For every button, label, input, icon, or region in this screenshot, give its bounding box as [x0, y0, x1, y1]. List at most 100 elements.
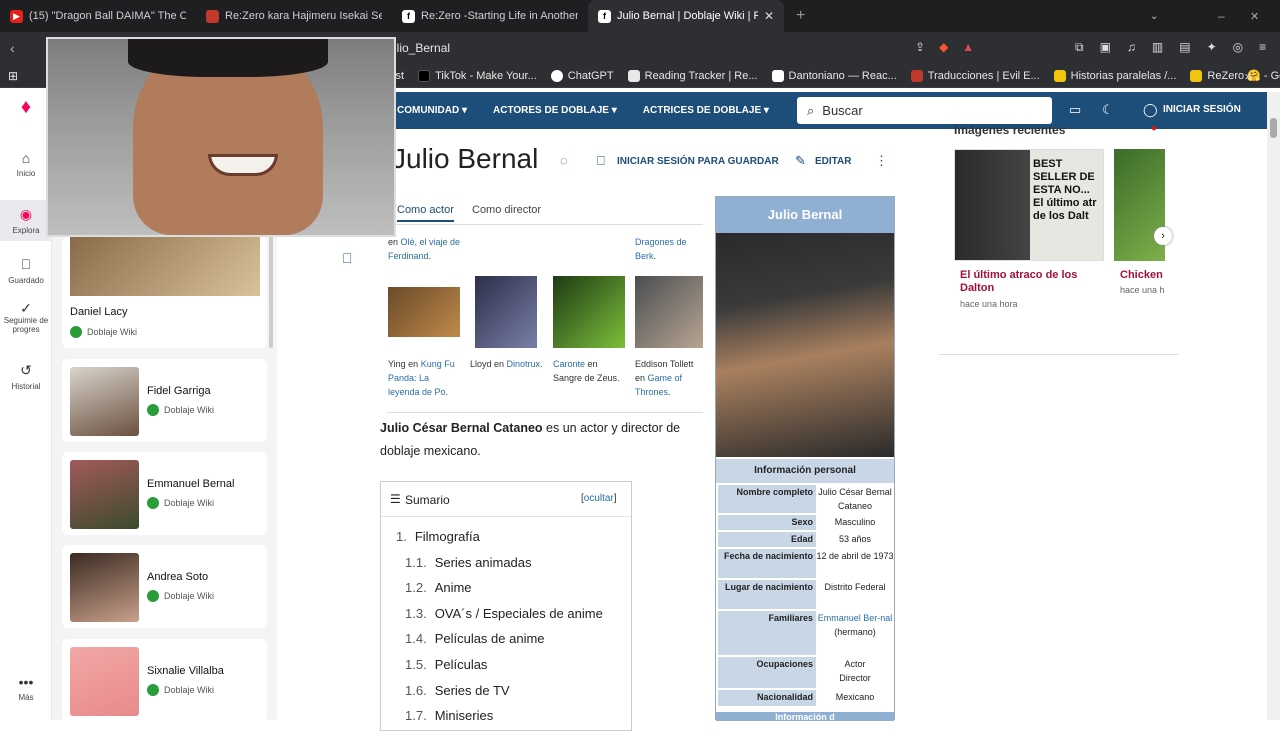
gallery-image[interactable] [475, 276, 537, 348]
tab-como-director[interactable]: Como director [472, 204, 541, 216]
person-card[interactable]: Daniel Lacy Doblaje Wiki [62, 236, 267, 348]
carousel-next-icon[interactable]: › [1154, 227, 1172, 245]
infobox-key: Nombre completo [718, 485, 816, 513]
check-circle-icon: ✓ [20, 300, 32, 316]
caption-link[interactable]: Dragones de Berk [635, 237, 687, 261]
menu-icon[interactable]: ≡ [1259, 40, 1266, 55]
toc-item[interactable]: 1.5. Películas [405, 657, 487, 672]
close-icon[interactable]: ● [1151, 123, 1157, 134]
toc-item[interactable]: 1. Filmografía [396, 529, 480, 544]
gallery-image[interactable] [388, 287, 460, 337]
dark-mode-icon[interactable]: ☾ [1102, 102, 1114, 118]
nav-actores[interactable]: ACTORES DE DOBLAJE ▾ [493, 105, 617, 116]
wallet-icon[interactable]: ▤ [1179, 40, 1190, 55]
person-card[interactable]: Fidel Garriga Doblaje Wiki [62, 359, 267, 442]
more-options-icon[interactable]: ⋮ [875, 153, 888, 169]
screenshot-icon[interactable]: ▣ [1100, 40, 1111, 55]
bookmark[interactable]: TikTok - Make Your... [418, 69, 537, 82]
infobox-row: Sexo Masculino [718, 515, 894, 530]
nav-actrices[interactable]: ACTRICES DE DOBLAJE ▾ [643, 105, 769, 116]
rewards-icon[interactable]: ▲ [962, 40, 974, 54]
person-card[interactable]: Andrea Soto Doblaje Wiki [62, 545, 267, 628]
media-icon[interactable]: ♫ [1127, 40, 1136, 55]
person-card[interactable]: Emmanuel Bernal Doblaje Wiki [62, 452, 267, 535]
sidebar-icon[interactable]: ▥ [1152, 40, 1163, 55]
wiki-logo-icon [147, 684, 159, 696]
infobox-value-text[interactable]: Emmanuel Ber-nal [818, 613, 893, 623]
recent-image-title[interactable]: El último atraco de los Dalton [960, 269, 1090, 295]
rail-seguimiento[interactable]: ✓ Seguimie de progres [0, 300, 52, 334]
new-tab-icon[interactable]: + [796, 7, 805, 25]
toc-item[interactable]: 1.3. OVA´s / Especiales de anime [405, 606, 603, 621]
more-bookmarks-icon[interactable]: » [1245, 69, 1252, 83]
tab-list-chevron-icon[interactable]: ⌄ [1150, 11, 1158, 22]
tabber: Como actor Como director [387, 203, 703, 225]
extensions-icon[interactable]: ⧉ [1075, 40, 1084, 55]
browser-tab-active[interactable]: f Julio Bernal | Doblaje Wiki | Fand ✕ [588, 0, 784, 32]
fandom-flame-icon: ♦ [20, 96, 32, 118]
toc-label: OVA´s / Especiales de anime [434, 605, 603, 621]
tab-como-actor[interactable]: Como actor [397, 204, 454, 222]
recent-image-title[interactable]: Chicken [1120, 269, 1163, 281]
person-name: Daniel Lacy [70, 306, 128, 318]
bookmark-icon: ⎕ [21, 256, 31, 272]
page-scrollbar[interactable] [1267, 92, 1280, 720]
close-tab-icon[interactable]: ✕ [764, 9, 774, 23]
recent-image[interactable]: BEST SELLER DE ESTA NO... El último atr … [954, 149, 1104, 261]
intro-bold: Julio César Bernal Cataneo [380, 421, 543, 435]
toc-label: Filmografía [414, 529, 480, 544]
toc-hide-link[interactable]: ocultar [584, 493, 614, 504]
toc-item[interactable]: 1.2. Anime [405, 580, 472, 595]
browser-tab[interactable]: Re:Zero kara Hajimeru Isekai Seikatsu [196, 0, 392, 32]
rail-mas[interactable]: ••• Más [0, 674, 52, 702]
bookmark[interactable]: Reading Tracker | Re... [627, 69, 758, 82]
bookmark[interactable]: Traducciones | Evil E... [910, 69, 1040, 82]
url-text: ulio_Bernal [390, 41, 451, 55]
toc-label: Miniseries [434, 708, 494, 724]
bookmark[interactable]: ReZero 🤗 - Go... [1190, 69, 1280, 82]
floating-bookmark-icon[interactable]: ⎕ [343, 250, 351, 267]
toc-item[interactable]: 1.6. Series de TV [405, 683, 510, 698]
bookmark[interactable]: ChatGPT [550, 69, 614, 82]
infobox-value: 12 de abril de 1973 [816, 549, 894, 578]
bookmark[interactable]: Dantoniano — Reac... [771, 69, 897, 82]
browser-tab[interactable]: ▶ (15) "Dragon Ball DAIMA" The Openi [0, 0, 196, 32]
nav-comunidad[interactable]: COMUNIDAD ▾ [397, 105, 467, 116]
back-icon[interactable]: ‹ [10, 40, 15, 56]
vpn-icon[interactable]: ◎ [1233, 40, 1243, 55]
close-window-icon[interactable]: ✕ [1250, 10, 1259, 23]
rail-historial[interactable]: ↺ Historial [0, 362, 52, 391]
bookmark[interactable]: Historias paralelas /... [1053, 69, 1176, 82]
share-icon[interactable]: ⇪ [915, 40, 925, 54]
search-input[interactable]: ⌕ Buscar [797, 97, 1052, 124]
caption-link[interactable]: Dinotrux [507, 359, 541, 369]
leo-icon[interactable]: ✦ [1207, 40, 1217, 55]
gallery-image[interactable] [635, 276, 703, 348]
caption-link[interactable]: Caronte [553, 359, 585, 369]
rail-guardado[interactable]: ⎕ Guardado [0, 256, 52, 285]
edit-button[interactable]: EDITAR [815, 156, 851, 167]
scrollbar-thumb[interactable] [1270, 118, 1277, 138]
toc-item[interactable]: 1.7. Miniseries [405, 708, 493, 723]
comments-icon[interactable]: ◌ [560, 153, 568, 168]
rail-explorar[interactable]: ◉ Explora [0, 200, 52, 241]
login-button[interactable]: INICIAR SESIÓN [1163, 104, 1241, 115]
infobox-photo[interactable] [716, 233, 894, 457]
brave-shield-icon[interactable]: ◆ [939, 40, 948, 54]
rail-inicio[interactable]: ⌂ Inicio [0, 150, 52, 178]
gallery-image[interactable] [553, 276, 625, 348]
browser-tab-bar: ▶ (15) "Dragon Ball DAIMA" The Openi Re:… [0, 0, 1280, 32]
browser-tab[interactable]: f Re:Zero -Starting Life in Another Wo [392, 0, 588, 32]
discussions-icon[interactable]: ▭ [1069, 102, 1081, 118]
fandom-logo[interactable]: ♦ [0, 96, 52, 122]
recent-image[interactable] [1114, 149, 1165, 261]
person-card[interactable]: Sixnalie Villalba Doblaje Wiki [62, 639, 267, 722]
minimize-icon[interactable]: – [1218, 9, 1225, 23]
webcam-overlay [46, 37, 396, 237]
toc-item[interactable]: 1.1. Series animadas [405, 555, 532, 570]
infobox-value: Actor Director [816, 657, 894, 688]
save-button[interactable]: INICIAR SESIÓN PARA GUARDAR [617, 156, 779, 167]
apps-grid-icon[interactable]: ⊞ [8, 69, 18, 83]
toc-item[interactable]: 1.4. Películas de anime [405, 631, 545, 646]
address-bar[interactable]: ulio_Bernal [390, 36, 1000, 60]
